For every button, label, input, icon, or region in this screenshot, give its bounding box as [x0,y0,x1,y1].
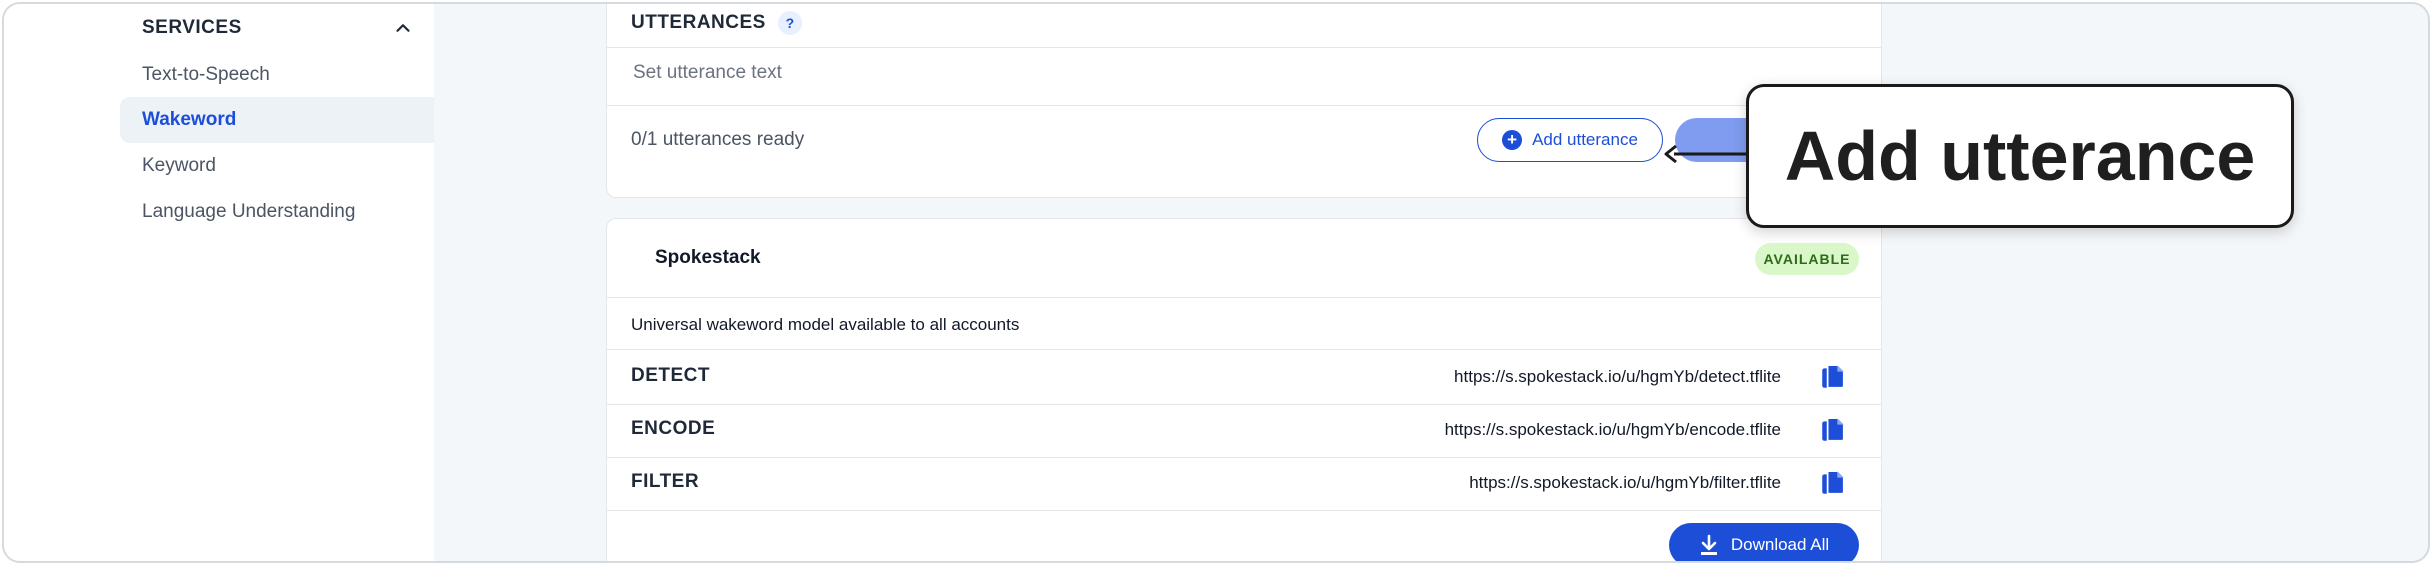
file-row-encode: ENCODE https://s.spokestack.io/u/hgmYb/e… [607,404,1881,456]
divider [607,47,1881,48]
utterances-title: UTTERANCES [631,12,766,33]
copy-icon[interactable] [1820,469,1846,497]
sidebar: SERVICES Text-to-Speech Wakeword Keyword… [4,4,434,561]
app-window: SERVICES Text-to-Speech Wakeword Keyword… [2,2,2430,563]
file-label: ENCODE [631,418,716,439]
add-utterance-button[interactable]: + Add utterance [1477,118,1663,162]
divider [607,510,1881,511]
download-all-button[interactable]: Download All [1669,523,1859,561]
file-label: FILTER [631,471,700,492]
sidebar-item-label: Text-to-Speech [142,64,270,85]
file-url: https://s.spokestack.io/u/hgmYb/encode.t… [1444,420,1781,439]
add-utterance-label: Add utterance [1532,130,1638,149]
utterances-card: UTTERANCES ? 0/1 utterances ready + Add … [606,4,1882,198]
file-url: https://s.spokestack.io/u/hgmYb/detect.t… [1454,367,1781,386]
download-all-label: Download All [1730,535,1830,554]
sidebar-item-label: Wakeword [142,109,237,130]
services-section-toggle[interactable]: SERVICES [142,14,414,42]
file-row-filter: FILTER https://s.spokestack.io/u/hgmYb/f… [607,457,1881,509]
sidebar-item-keyword[interactable]: Keyword [120,143,434,189]
divider [607,297,1881,298]
callout-arrow-icon [1664,144,1748,164]
wakeword-model-card: Spokestack AVAILABLE Universal wakeword … [606,218,1882,561]
status-badge: AVAILABLE [1755,243,1859,275]
sidebar-item-label: Language Understanding [142,201,356,222]
sidebar-item-wakeword[interactable]: Wakeword [120,97,434,143]
plus-circle-icon: + [1502,130,1523,150]
sidebar-item-language-understanding[interactable]: Language Understanding [120,189,434,235]
services-section-title: SERVICES [142,17,242,38]
sidebar-item-text-to-speech[interactable]: Text-to-Speech [120,52,434,98]
chevron-up-icon [396,24,410,32]
callout-tooltip: Add utterance [1746,84,2294,228]
utterances-status: 0/1 utterances ready [631,129,805,150]
utterance-text-input[interactable] [633,53,1733,93]
divider [607,105,1881,106]
download-icon [1700,534,1717,555]
copy-icon[interactable] [1820,363,1846,391]
file-url: https://s.spokestack.io/u/hgmYb/filter.t… [1469,473,1781,492]
help-icon[interactable]: ? [777,11,802,35]
model-description: Universal wakeword model available to al… [631,315,1020,334]
callout-text: Add utterance [1784,117,2256,195]
copy-icon[interactable] [1820,416,1846,444]
divider [607,349,1881,350]
model-name: Spokestack [655,247,761,268]
file-row-detect: DETECT https://s.spokestack.io/u/hgmYb/d… [607,351,1881,403]
utterances-header: UTTERANCES ? [631,11,802,35]
file-label: DETECT [631,365,710,386]
sidebar-item-label: Keyword [142,155,216,176]
